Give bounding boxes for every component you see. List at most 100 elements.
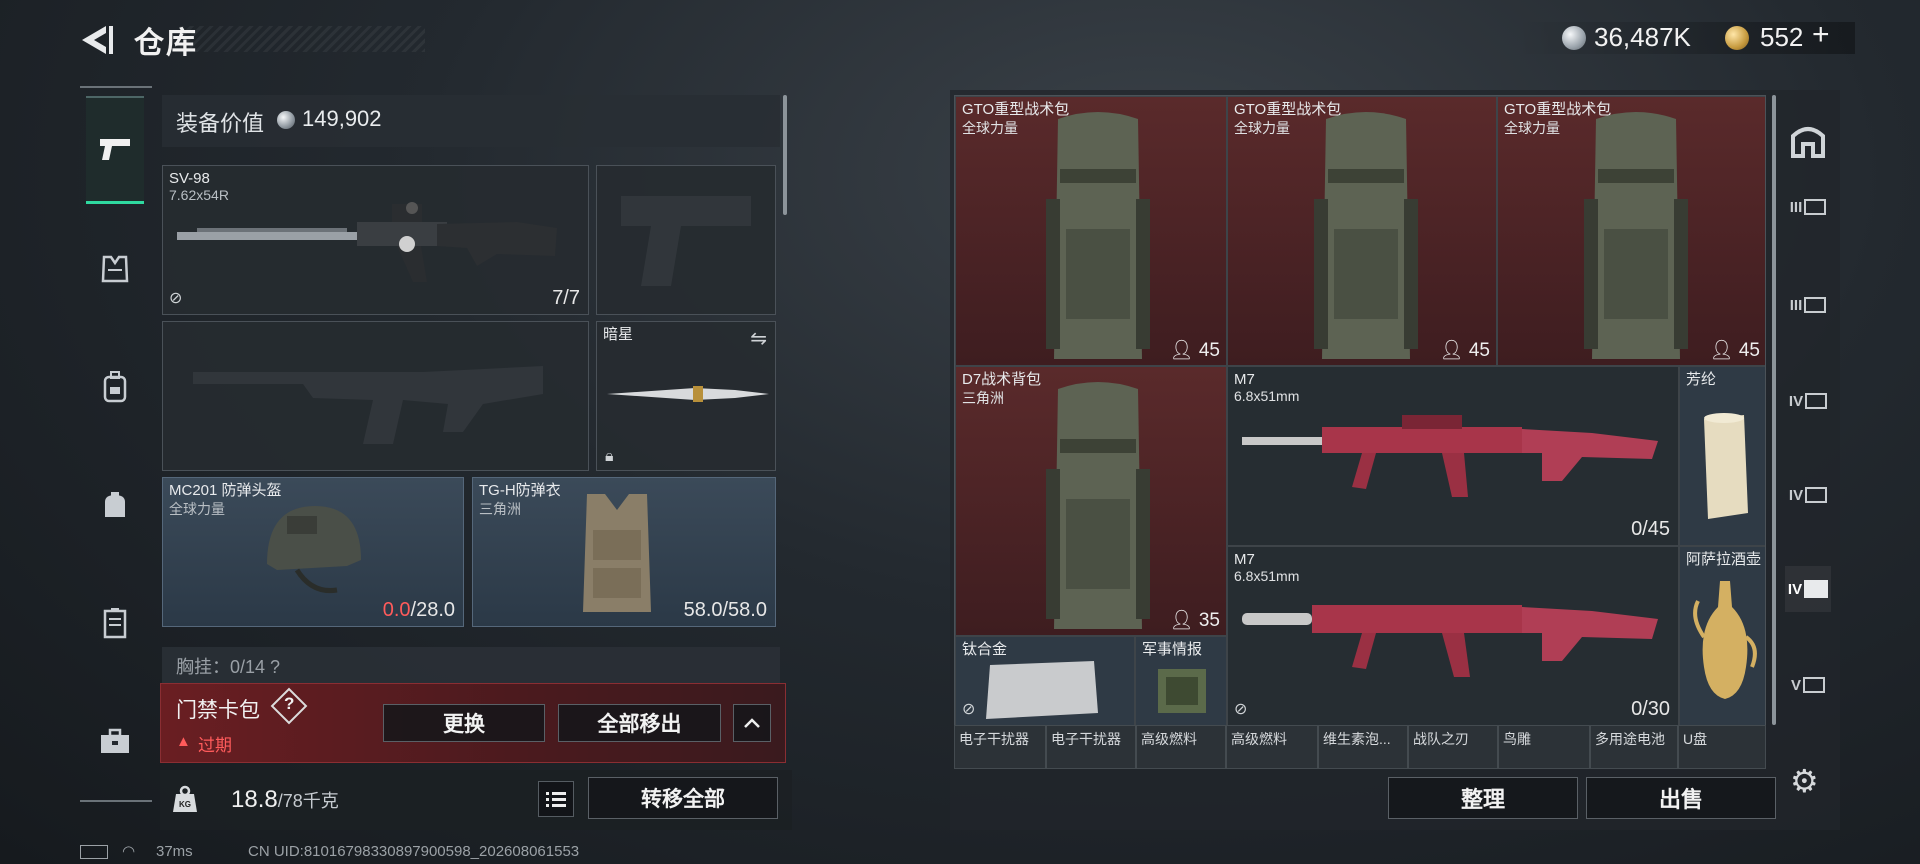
- item-name: 高级燃料: [1141, 731, 1197, 747]
- stash-tab-tier-active[interactable]: IV: [1785, 566, 1831, 612]
- stash-mini-item[interactable]: 高级燃料: [1226, 725, 1318, 769]
- page-title: 仓库: [134, 27, 198, 60]
- no-insurance-icon: ⊘: [169, 290, 183, 307]
- loadout-scrollbar[interactable]: [783, 95, 787, 215]
- keycard-title: 门禁卡包: [176, 699, 260, 722]
- equipment-value-label: 装备价值: [176, 111, 265, 136]
- sidebar-item-locker[interactable]: [86, 594, 144, 652]
- container-icon: [1804, 297, 1827, 313]
- stash-tab-tier[interactable]: III: [1785, 282, 1831, 328]
- stash-item-titanium[interactable]: 钛合金 ⊘: [955, 636, 1135, 726]
- list-view-button[interactable]: [538, 781, 574, 817]
- item-name: M7: [1234, 551, 1255, 568]
- user-uid: CN UID:81016798330897900598_202608061553: [248, 843, 580, 860]
- ping-value: 37ms: [156, 843, 193, 860]
- stash-item-backpack-2[interactable]: GTO重型战术包 全球力量 👤︎ 45: [1227, 96, 1497, 366]
- sidebar-item-backpack[interactable]: [86, 358, 144, 416]
- lock-icon: 🔒︎: [605, 448, 614, 465]
- weight-current: 18.8: [231, 786, 278, 813]
- golden-flask-image: [1693, 581, 1757, 699]
- sidebar-item-vest[interactable]: [86, 240, 144, 298]
- stash-mini-item[interactable]: 鸟雕: [1498, 725, 1590, 769]
- stash-item-m7-1[interactable]: M7 6.8x51mm 0/45: [1227, 366, 1679, 546]
- title-decoration: [180, 26, 425, 52]
- stash-mini-item[interactable]: 电子干扰器: [954, 725, 1046, 769]
- item-name: 芳纶: [1686, 371, 1717, 388]
- item-source: 三角洲: [962, 390, 1004, 406]
- knife-image: [607, 386, 769, 402]
- sidebar-item-briefcase[interactable]: [86, 712, 144, 770]
- item-source: 全球力量: [1234, 120, 1290, 136]
- stash-tab-tier[interactable]: V: [1785, 662, 1831, 708]
- settings-gear-icon[interactable]: ⚙: [1790, 762, 1819, 800]
- remove-all-button[interactable]: 全部移出: [558, 704, 721, 742]
- stash-mini-item[interactable]: U盘: [1678, 725, 1766, 769]
- help-icon[interactable]: ?: [284, 694, 294, 714]
- item-name: 战队之刃: [1413, 731, 1469, 747]
- stash-tab-main[interactable]: [1785, 118, 1831, 164]
- no-insurance-icon: ⊘: [1234, 701, 1248, 718]
- sidebar-bottom-divider: [80, 800, 152, 802]
- weight-max: /78千克: [277, 791, 339, 811]
- svg-text:KG: KG: [179, 800, 191, 809]
- stash-tab-tier[interactable]: IV: [1785, 472, 1831, 518]
- melee-slot[interactable]: 暗星 ⇋ 🔒︎: [596, 321, 776, 471]
- stash-item-military-intel[interactable]: 军事情报: [1135, 636, 1227, 726]
- backpack-image: [1046, 112, 1150, 359]
- keycard-expired-label: 过期: [198, 736, 232, 755]
- titanium-plate-image: [986, 661, 1098, 719]
- item-capacity: 👤︎ 45: [1439, 340, 1490, 361]
- wifi-icon: ◠: [122, 843, 136, 860]
- stash-mini-item[interactable]: 维生素泡...: [1318, 725, 1408, 769]
- container-icon: [1803, 677, 1825, 693]
- container-icon: [1805, 487, 1828, 503]
- backpack-image: [1314, 112, 1418, 359]
- no-insurance-icon: ⊘: [962, 701, 976, 718]
- item-name: M7: [1234, 371, 1255, 388]
- collapse-button[interactable]: [733, 704, 771, 742]
- stash-item-backpack-1[interactable]: GTO重型战术包 全球力量 👤︎ 45: [955, 96, 1227, 366]
- stash-item-m7-2[interactable]: M7 6.8x51mm ⊘ 0/30: [1227, 546, 1679, 726]
- tier-label: IV: [1788, 486, 1804, 504]
- back-arrow-icon: [82, 26, 113, 54]
- sidearm-slot-empty[interactable]: [596, 165, 776, 315]
- swap-icon[interactable]: ⇋: [750, 326, 767, 351]
- equipment-value: 149,902: [302, 106, 382, 131]
- secondary-weapon-slot-empty[interactable]: [162, 321, 589, 471]
- item-name: 阿萨拉酒壶: [1686, 551, 1762, 568]
- replace-button[interactable]: 更换: [383, 704, 545, 742]
- stash-mini-item[interactable]: 电子干扰器: [1046, 725, 1136, 769]
- stash-item-aramid[interactable]: 芳纶: [1679, 366, 1765, 546]
- weapon-name: SV-98: [169, 170, 210, 187]
- item-capacity: 👤︎ 45: [1709, 340, 1760, 361]
- stash-item-backpack-d7[interactable]: D7战术背包 三角洲 👤︎ 35: [955, 366, 1227, 636]
- sort-button[interactable]: 整理: [1388, 777, 1578, 819]
- stash-tab-tier[interactable]: III: [1785, 184, 1831, 230]
- transfer-all-button[interactable]: 转移全部: [588, 777, 778, 819]
- item-source: 全球力量: [962, 120, 1018, 136]
- backpack-image: [1046, 382, 1150, 629]
- chevron-up-icon: [744, 718, 760, 728]
- primary-weapon-slot[interactable]: SV-98 7.62x54R ⊘ 7/7: [162, 165, 589, 315]
- item-capacity: 👤︎ 45: [1169, 340, 1220, 361]
- sell-button[interactable]: 出售: [1586, 777, 1776, 819]
- stash-scrollbar[interactable]: [1772, 95, 1776, 725]
- helmet-slot[interactable]: MC201 防弹头盔 全球力量 0.0/28.0: [162, 477, 464, 627]
- item-name: U盘: [1683, 731, 1708, 747]
- item-ammo: 0/45: [1631, 518, 1670, 540]
- armor-slot[interactable]: TG-H防弹衣 三角洲 58.0/58.0: [472, 477, 776, 627]
- stash-mini-item[interactable]: 战队之刃: [1408, 725, 1498, 769]
- stash-tab-tier[interactable]: IV: [1785, 378, 1831, 424]
- back-button[interactable]: [76, 20, 116, 60]
- sidebar-item-bag[interactable]: [86, 476, 144, 534]
- add-currency-button[interactable]: +: [1812, 18, 1830, 52]
- stash-mini-item[interactable]: 高级燃料: [1136, 725, 1226, 769]
- stash-item-backpack-3[interactable]: GTO重型战术包 全球力量 👤︎ 45: [1497, 96, 1765, 366]
- warning-icon: ▲: [176, 733, 191, 750]
- stash-item-asala-flask[interactable]: 阿萨拉酒壶: [1679, 546, 1765, 726]
- sidebar-item-weapons[interactable]: [86, 120, 144, 178]
- tier-label: IV: [1787, 580, 1803, 598]
- stash-grid: GTO重型战术包 全球力量 👤︎ 45 GTO重型战术包 全球力量 👤︎ 45 …: [954, 95, 1766, 769]
- stash-mini-item[interactable]: 多用途电池: [1590, 725, 1678, 769]
- weight-icon: KG: [170, 784, 200, 814]
